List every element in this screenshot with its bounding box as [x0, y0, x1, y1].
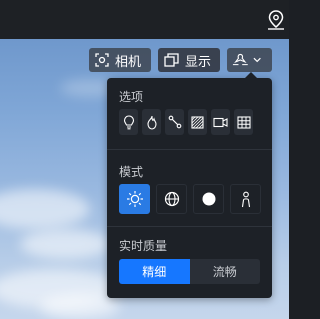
display-label: 显示: [185, 54, 212, 70]
layers-icon: [164, 52, 179, 67]
sun-icon: [126, 191, 143, 207]
chevron-down-icon: [253, 57, 261, 63]
drone-icon: [232, 53, 248, 66]
circle-mode-button[interactable]: [193, 184, 224, 214]
camera-label: 相机: [115, 54, 142, 70]
person-mode-button[interactable]: [230, 184, 261, 214]
video-icon: [213, 117, 228, 127]
grid-icon: [236, 115, 251, 129]
options-divider: [107, 149, 272, 150]
display-options-panel: 选项 模式 实时质量 精细 流畅: [107, 72, 272, 298]
mode-divider: [107, 226, 272, 227]
quality-section-title: 实时质量: [119, 239, 168, 253]
route-icon: [168, 115, 181, 129]
mode-row: [119, 184, 261, 214]
display-button[interactable]: 显示: [158, 48, 220, 72]
options-icon-row: [119, 109, 253, 135]
fire-option-button[interactable]: [142, 109, 161, 135]
circle-icon: [202, 192, 215, 206]
video-option-button[interactable]: [211, 109, 230, 135]
globe-mode-button[interactable]: [156, 184, 187, 214]
quality-toggle: 精细 流畅: [119, 259, 260, 284]
person-icon: [241, 191, 250, 207]
fire-icon: [146, 115, 157, 130]
hatched-square-icon: [191, 115, 204, 129]
options-section-title: 选项: [119, 90, 144, 104]
hatched-square-option-button[interactable]: [188, 109, 207, 135]
map-pin-icon[interactable]: [266, 9, 286, 31]
sun-mode-button[interactable]: [119, 184, 150, 214]
bulb-option-button[interactable]: [119, 109, 138, 135]
globe-icon: [164, 191, 179, 207]
camera-frame-icon: [95, 53, 109, 67]
mode-section-title: 模式: [119, 165, 144, 179]
bulb-icon: [123, 114, 134, 129]
top-bar: [0, 0, 289, 39]
route-option-button[interactable]: [165, 109, 184, 135]
camera-button[interactable]: 相机: [89, 48, 151, 72]
drone-dropdown-button[interactable]: [227, 48, 272, 72]
quality-fine-button[interactable]: 精细: [119, 259, 190, 284]
quality-smooth-button[interactable]: 流畅: [189, 259, 260, 284]
grid-option-button[interactable]: [234, 109, 253, 135]
